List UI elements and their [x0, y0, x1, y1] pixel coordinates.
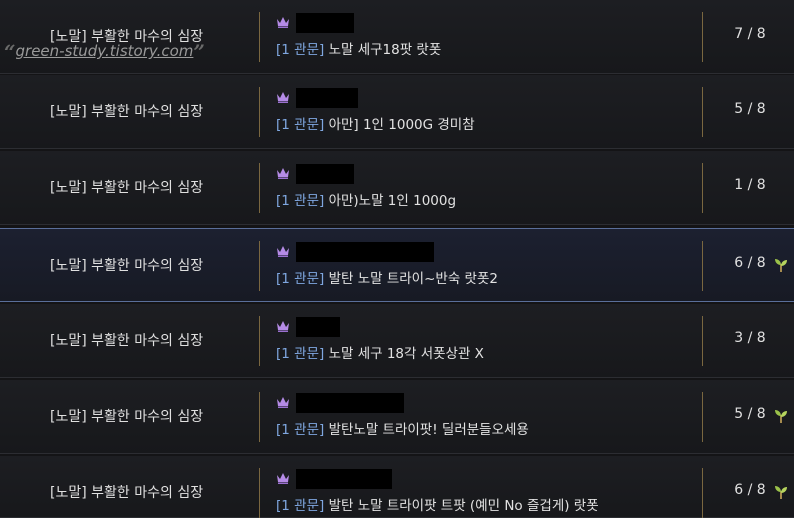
party-row[interactable]: [노말] 부활한 마수의 심장 [1 관문] 아만] 1인 1000G 경미참 …	[0, 75, 794, 149]
sprout-icon	[775, 259, 787, 272]
divider	[702, 87, 703, 137]
party-title: [1 관문] 발탄노말 트라이팟! 딜러분들오세용	[276, 422, 529, 438]
redacted-leader-name	[296, 164, 354, 184]
divider	[702, 468, 703, 518]
divider	[259, 468, 260, 518]
party-row[interactable]: [노말] 부활한 마수의 심장 [1 관문] 노말 세구 18각 서폿상관 X …	[0, 304, 794, 378]
crown-icon	[277, 168, 289, 179]
redacted-leader-name	[296, 469, 392, 489]
member-count: 6 / 8	[734, 255, 766, 271]
party-title: [1 관문] 발탄 노말 트라이팟 트팟 (예민 No 즐겁게) 랏폿	[276, 498, 599, 514]
member-count: 7 / 8	[734, 26, 766, 42]
party-title: [1 관문] 아만)노말 1인 1000g	[276, 193, 457, 209]
raid-name: [노말] 부활한 마수의 심장	[50, 333, 204, 349]
party-title: [1 관문] 노말 세구 18각 서폿상관 X	[276, 346, 484, 362]
party-title: [1 관문] 발탄 노말 트라이~반숙 랏폿2	[276, 271, 498, 287]
member-count: 5 / 8	[734, 406, 766, 422]
watermark: “green-study.tistory.com”	[4, 40, 205, 64]
crown-icon	[277, 17, 289, 28]
member-count: 6 / 8	[734, 482, 766, 498]
raid-name: [노말] 부활한 마수의 심장	[50, 485, 204, 501]
divider	[259, 12, 260, 62]
party-row[interactable]: [노말] 부활한 마수의 심장 [1 관문] 발탄 노말 트라이팟 트팟 (예민…	[0, 456, 794, 518]
crown-icon	[277, 92, 289, 103]
sprout-icon	[775, 486, 787, 499]
raid-name: [노말] 부활한 마수의 심장	[50, 258, 204, 274]
crown-icon	[277, 246, 289, 257]
crown-icon	[277, 397, 289, 408]
crown-icon	[277, 473, 289, 484]
redacted-leader-name	[296, 88, 358, 108]
divider	[259, 316, 260, 366]
redacted-leader-name	[296, 317, 340, 337]
raid-name: [노말] 부활한 마수의 심장	[50, 180, 204, 196]
divider	[259, 87, 260, 137]
divider	[259, 392, 260, 442]
crown-icon	[277, 321, 289, 332]
redacted-leader-name	[296, 242, 434, 262]
divider	[702, 241, 703, 291]
divider	[259, 241, 260, 291]
party-row-selected[interactable]: [노말] 부활한 마수의 심장 [1 관문] 발탄 노말 트라이~반숙 랏폿2 …	[0, 228, 794, 302]
member-count: 1 / 8	[734, 177, 766, 193]
sprout-icon	[775, 410, 787, 423]
member-count: 3 / 8	[734, 330, 766, 346]
party-title: [1 관문] 노말 세구18팟 랏폿	[276, 42, 442, 58]
raid-name: [노말] 부활한 마수의 심장	[50, 104, 204, 120]
divider	[702, 12, 703, 62]
party-list: “green-study.tistory.com” [노말] 부활한 마수의 심…	[0, 0, 794, 518]
divider	[702, 316, 703, 366]
party-row[interactable]: [노말] 부활한 마수의 심장 [1 관문] 아만)노말 1인 1000g 1 …	[0, 151, 794, 225]
redacted-leader-name	[296, 393, 404, 413]
party-row[interactable]: [노말] 부활한 마수의 심장 [1 관문] 발탄노말 트라이팟! 딜러분들오세…	[0, 380, 794, 454]
divider	[702, 163, 703, 213]
raid-name: [노말] 부활한 마수의 심장	[50, 409, 204, 425]
member-count: 5 / 8	[734, 101, 766, 117]
divider	[702, 392, 703, 442]
redacted-leader-name	[296, 13, 354, 33]
party-title: [1 관문] 아만] 1인 1000G 경미참	[276, 117, 475, 133]
divider	[259, 163, 260, 213]
